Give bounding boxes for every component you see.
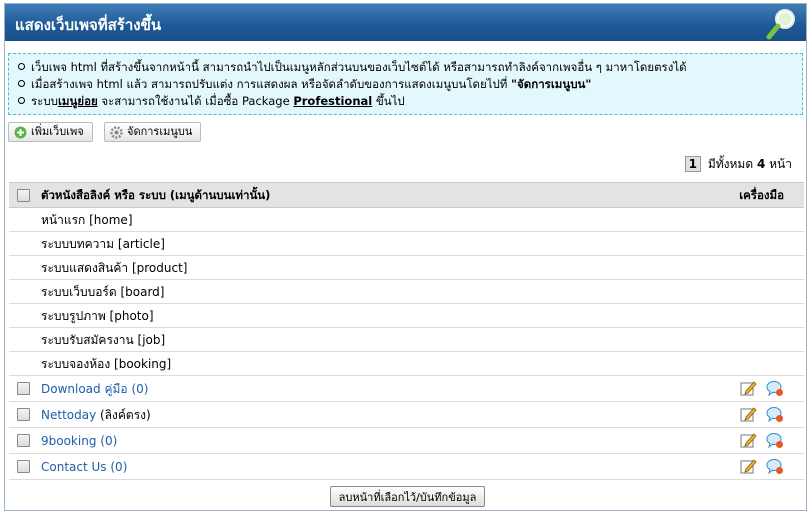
system-row: ระบบรูปภาพ [photo] — [9, 304, 804, 328]
submenu-term: เมนูย่อย — [57, 94, 98, 108]
select-all-checkbox[interactable] — [17, 189, 30, 202]
system-row: หน้าแรก [home] — [9, 208, 804, 232]
delete-comment-icon[interactable] — [766, 406, 784, 423]
page-row: Download คู่มือ (0) — [9, 376, 804, 402]
system-row: ระบบจองห้อง [booking] — [9, 352, 804, 376]
system-row: ระบบรับสมัครงาน [job] — [9, 328, 804, 352]
edit-icon[interactable] — [740, 406, 758, 423]
page-row: Nettoday (ลิงค์ตรง) — [9, 402, 804, 428]
system-row: ระบบบทความ [article] — [9, 232, 804, 256]
row-checkbox[interactable] — [17, 408, 30, 421]
page-link[interactable]: Nettoday — [41, 408, 96, 422]
current-page[interactable]: 1 — [684, 156, 701, 172]
delete-selected-save-button[interactable]: ลบหน้าที่เลือกไว้/บันทึกข้อมูล — [330, 486, 485, 507]
column-header-tools: เครื่องมือ — [739, 188, 784, 202]
edit-icon[interactable] — [740, 380, 758, 397]
sub-count-link[interactable]: (0) — [100, 434, 117, 448]
panel-header: แสดงเว็บเพจที่สร้างขึ้น — [5, 4, 806, 41]
system-row: ระบบแสดงสินค้า [product] — [9, 256, 804, 280]
column-header-name: ตัวหนังสือลิงค์ หรือ ระบบ (เมนูด้านบนเท่… — [41, 188, 271, 202]
row-checkbox[interactable] — [17, 434, 30, 447]
pages-table: ตัวหนังสือลิงค์ หรือ ระบบ (เมนูด้านบนเท่… — [9, 182, 804, 480]
gear-icon — [110, 126, 123, 139]
row-checkbox[interactable] — [17, 460, 30, 473]
delete-comment-icon[interactable] — [766, 458, 784, 475]
delete-comment-icon[interactable] — [766, 432, 784, 449]
edit-icon[interactable] — [740, 458, 758, 475]
manage-menu-reference: "จัดการเมนูบน" — [511, 77, 592, 91]
add-webpage-button[interactable]: เพิ่มเว็บเพจ — [8, 122, 93, 142]
row-checkbox[interactable] — [17, 382, 30, 395]
info-item: เว็บเพจ html ที่สร้างขึ้นจากหน้านี้ สามา… — [17, 59, 802, 76]
page-row: Contact Us (0) — [9, 454, 804, 480]
package-name: Profestional — [293, 94, 373, 108]
table-header: ตัวหนังสือลิงค์ หรือ ระบบ (เมนูด้านบนเท่… — [9, 182, 804, 208]
page-row: 9booking (0) — [9, 428, 804, 454]
page-link[interactable]: 9booking — [41, 434, 96, 448]
sub-count-link[interactable]: (0) — [131, 382, 148, 396]
add-icon — [14, 126, 27, 139]
system-row: ระบบเว็บบอร์ด [board] — [9, 280, 804, 304]
info-item: ระบบเมนูย่อย จะสามารถใช้งานได้ เมื่อซื้อ… — [17, 93, 802, 110]
magnifier-icon — [766, 9, 795, 40]
web-pages-panel: แสดงเว็บเพจที่สร้างขึ้น เว็บเพจ html ที่… — [4, 3, 807, 511]
sub-count-link[interactable]: (0) — [110, 460, 127, 474]
info-box: เว็บเพจ html ที่สร้างขึ้นจากหน้านี้ สามา… — [8, 53, 803, 115]
delete-comment-icon[interactable] — [766, 380, 784, 397]
pagination: 1 มีทั้งหมด 4 หน้า — [684, 155, 792, 174]
page-title: แสดงเว็บเพจที่สร้างขึ้น — [15, 16, 162, 34]
page-link[interactable]: Download คู่มือ — [41, 382, 128, 396]
page-link[interactable]: Contact Us — [41, 460, 107, 474]
manage-top-menu-button[interactable]: จัดการเมนูบน — [104, 122, 202, 142]
edit-icon[interactable] — [740, 432, 758, 449]
total-pages: 4 — [756, 157, 766, 171]
info-item: เมื่อสร้างเพจ html แล้ว สามารถปรับแต่ง ก… — [17, 76, 802, 93]
